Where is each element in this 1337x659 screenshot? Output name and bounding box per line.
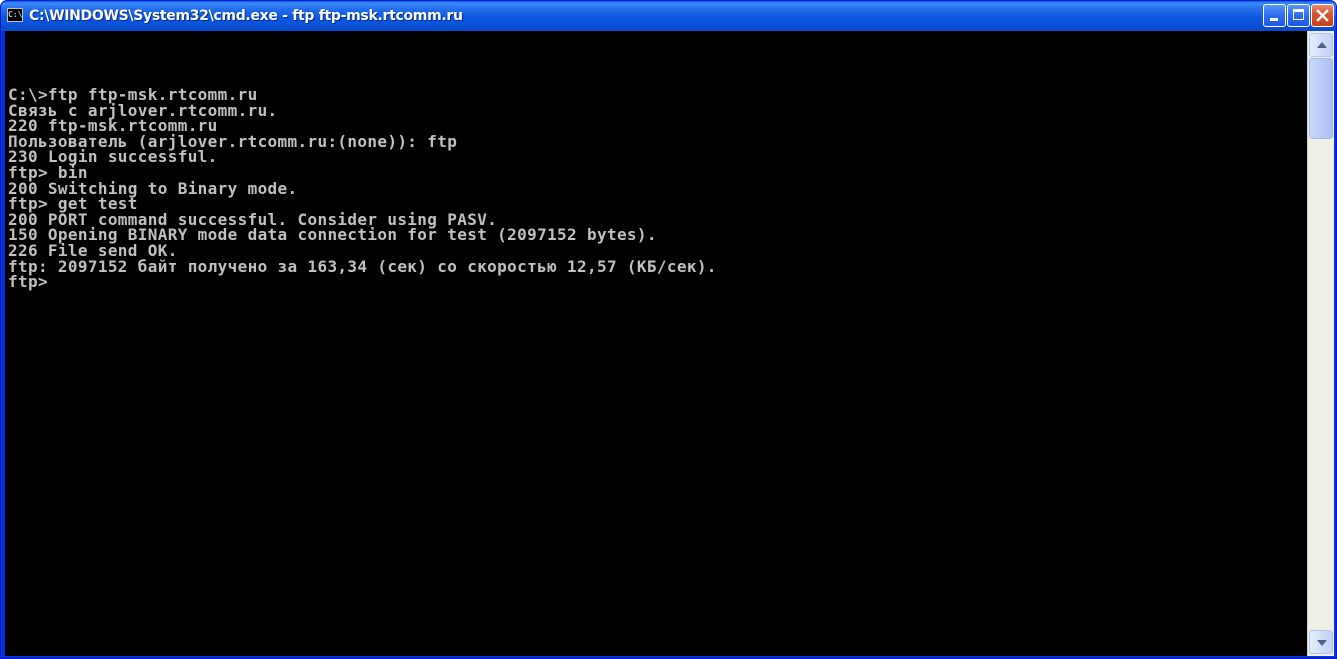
console-window: C:\ C:\WINDOWS\System32\cmd.exe - ftp ft… <box>0 0 1337 659</box>
close-button[interactable] <box>1311 4 1334 27</box>
title-bar[interactable]: C:\ C:\WINDOWS\System32\cmd.exe - ftp ft… <box>1 1 1336 31</box>
console-prompt[interactable]: ftp> <box>8 274 1307 290</box>
minimize-button[interactable] <box>1263 4 1286 27</box>
minimize-icon <box>1270 18 1278 21</box>
scroll-up-arrow-icon <box>1317 42 1327 48</box>
vertical-scrollbar[interactable] <box>1307 31 1334 656</box>
console-line: 230 Login successful. <box>8 147 218 167</box>
console-line: 150 Opening BINARY mode data connection … <box>8 225 657 245</box>
console-line: ftp: 2097152 байт получено за 163,34 (се… <box>8 256 717 276</box>
maximize-icon <box>1293 9 1304 20</box>
scroll-down-arrow-icon <box>1317 640 1327 646</box>
console-output[interactable]: C:\>ftp ftp-msk.rtcomm.ru Связь с arjlov… <box>5 31 1307 656</box>
scroll-thumb[interactable] <box>1309 58 1333 139</box>
maximize-button[interactable] <box>1287 4 1310 27</box>
scroll-up-button[interactable] <box>1309 33 1333 57</box>
cmd-icon[interactable]: C:\ <box>7 8 23 22</box>
window-title: C:\WINDOWS\System32\cmd.exe - ftp ftp-ms… <box>29 8 463 24</box>
scroll-down-button[interactable] <box>1309 630 1333 654</box>
console-line: 200 Switching to Binary mode. <box>8 178 298 198</box>
close-icon <box>1316 9 1329 22</box>
